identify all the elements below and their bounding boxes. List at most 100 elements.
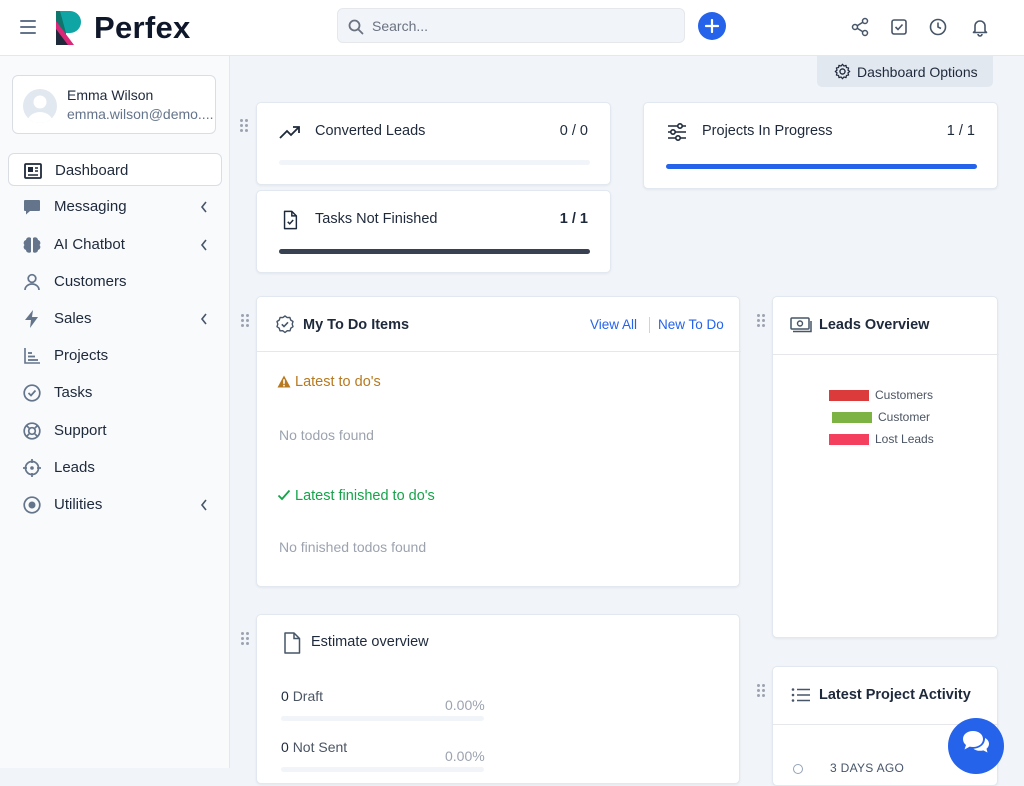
search-input[interactable] <box>372 9 672 42</box>
leads-overview-title: Leads Overview <box>819 317 930 333</box>
chat-support-button[interactable] <box>948 718 1004 774</box>
sidebar-item-utilities[interactable]: Utilities <box>8 488 222 521</box>
chevron-left-icon <box>200 239 207 251</box>
chat-bubble-icon <box>24 200 40 215</box>
stat-value: 0 / 0 <box>559 123 588 139</box>
sidebar-item-label: Messaging <box>54 198 127 215</box>
check-icon <box>277 489 291 501</box>
legend-entry[interactable]: Customer <box>832 410 930 424</box>
plus-icon <box>705 19 719 33</box>
sidebar-item-support[interactable]: Support <box>8 414 222 447</box>
new-todo-link[interactable]: New To Do <box>658 317 724 332</box>
crosshair-icon <box>23 459 41 477</box>
sidebar-item-ai-chatbot[interactable]: AI Chatbot <box>8 228 222 261</box>
finished-empty-text: No finished todos found <box>279 539 427 555</box>
perfex-logo-icon <box>56 11 81 45</box>
progress-bar <box>279 160 590 165</box>
sidebar-item-label: Utilities <box>54 496 103 513</box>
gear-icon <box>834 63 851 80</box>
latest-todos-heading: Latest to do's <box>295 374 381 390</box>
record-icon <box>23 496 41 514</box>
badge-check-icon <box>276 315 294 334</box>
trending-up-icon <box>279 126 300 139</box>
sidebar-item-label: Tasks <box>54 384 93 401</box>
view-all-link[interactable]: View All <box>590 317 637 332</box>
card-divider <box>257 351 741 352</box>
estimate-percent: 0.00% <box>445 748 485 764</box>
estimate-progress-bar <box>281 716 484 721</box>
dashboard-icon <box>24 163 42 179</box>
dashboard-options-label: Dashboard Options <box>857 63 978 80</box>
stat-title: Projects In Progress <box>702 123 833 139</box>
progress-fill <box>279 249 590 254</box>
converted-leads-card: Converted Leads 0 / 0 <box>256 102 611 185</box>
sidebar-item-customers[interactable]: Customers <box>8 265 222 298</box>
bolt-icon <box>25 310 38 328</box>
sidebar-item-tasks[interactable]: Tasks <box>8 376 222 409</box>
user-icon <box>24 273 40 291</box>
bell-icon[interactable] <box>970 17 990 37</box>
user-profile-card[interactable]: Emma Wilson emma.wilson@demo.... <box>12 75 216 134</box>
drag-handle-icon[interactable] <box>240 119 248 132</box>
activity-time: 3 DAYS AGO <box>830 761 905 775</box>
sidebar-item-label: Dashboard <box>55 162 129 179</box>
drag-handle-icon[interactable] <box>241 314 249 327</box>
sidebar-item-label: Support <box>54 422 107 439</box>
sidebar-item-label: Leads <box>54 459 95 476</box>
estimate-row-label: 0 Not Sent <box>281 739 347 755</box>
card-divider <box>773 354 999 355</box>
list-icon <box>791 688 810 702</box>
app-name: Perfex <box>94 10 191 45</box>
sidebar-item-label: Sales <box>54 310 92 327</box>
drag-handle-icon[interactable] <box>241 632 249 645</box>
legend-label: Customers <box>875 388 934 402</box>
legend-swatch <box>832 411 872 423</box>
estimate-count: 0 <box>281 688 289 704</box>
hamburger-menu-icon[interactable] <box>20 20 36 34</box>
sidebar-item-sales[interactable]: Sales <box>8 302 222 335</box>
user-email: emma.wilson@demo.... <box>67 106 213 122</box>
timeline-dot <box>793 764 803 774</box>
search-box <box>337 8 685 43</box>
sidebar-item-leads[interactable]: Leads <box>8 451 222 484</box>
share-icon[interactable] <box>850 17 870 37</box>
user-avatar-icon <box>27 95 53 123</box>
progress-fill <box>666 164 977 169</box>
estimate-status: Draft <box>292 688 324 704</box>
progress-bar <box>279 249 590 254</box>
user-name: Emma Wilson <box>67 87 154 103</box>
file-check-icon <box>283 210 298 230</box>
check-circle-icon <box>23 384 41 402</box>
leads-overview-card: Leads Overview Customers Customer Lost L… <box>772 296 999 638</box>
search-icon <box>348 19 364 35</box>
legend-entry[interactable]: Lost Leads <box>829 432 934 446</box>
checkbox-icon[interactable] <box>889 17 909 37</box>
chevron-left-icon <box>200 201 207 213</box>
warning-icon <box>277 375 291 388</box>
sidebar-item-projects[interactable]: Projects <box>8 339 222 372</box>
top-navbar: Perfex <box>0 0 1024 56</box>
avatar <box>23 89 57 123</box>
sidebar-item-dashboard[interactable]: Dashboard <box>8 153 222 186</box>
drag-handle-icon[interactable] <box>757 684 765 697</box>
legend-swatch <box>829 433 869 445</box>
chevron-left-icon <box>200 313 207 325</box>
estimate-count: 0 <box>281 739 289 755</box>
finished-todos-heading: Latest finished to do's <box>295 488 435 504</box>
legend-entry[interactable]: Customers <box>829 388 933 402</box>
drag-handle-icon[interactable] <box>757 314 765 327</box>
sidebar: Emma Wilson emma.wilson@demo.... Dashboa… <box>0 56 230 768</box>
estimate-status: Not Sent <box>292 739 348 755</box>
sidebar-item-messaging[interactable]: Messaging <box>8 190 222 223</box>
clock-icon[interactable] <box>928 17 948 37</box>
estimate-overview-card: Estimate overview 0 Draft 0.00% 0 Not Se… <box>256 614 740 784</box>
lifebuoy-icon <box>23 422 41 440</box>
project-activity-title: Latest Project Activity <box>819 687 971 703</box>
tasks-not-finished-card: Tasks Not Finished 1 / 1 <box>256 190 611 273</box>
bar-chart-icon <box>24 348 40 364</box>
quick-create-button[interactable] <box>698 12 726 40</box>
todo-title: My To Do Items <box>303 317 410 333</box>
dashboard-options-button[interactable]: Dashboard Options <box>817 56 993 87</box>
sliders-icon <box>668 122 686 142</box>
app-logo[interactable]: Perfex <box>56 10 191 46</box>
